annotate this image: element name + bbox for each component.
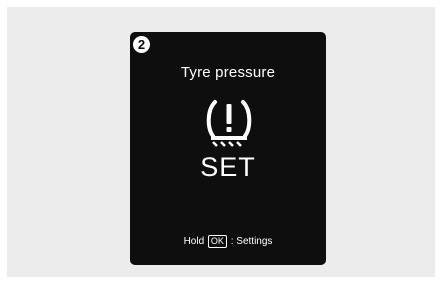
hint-prefix: Hold <box>183 236 205 247</box>
tpms-set-status: SET <box>200 152 256 182</box>
settings-hint: Hold OK : Settings <box>130 235 326 248</box>
ok-key-icon: OK <box>207 235 227 248</box>
step-number-badge: 2 <box>133 36 150 53</box>
screen-title: Tyre pressure <box>180 64 276 81</box>
tpms-warning-icon <box>206 100 252 147</box>
hint-suffix: : Settings <box>230 236 273 247</box>
cluster-display: 2 Tyre pressure SET Hold OK : Settings <box>130 32 326 265</box>
